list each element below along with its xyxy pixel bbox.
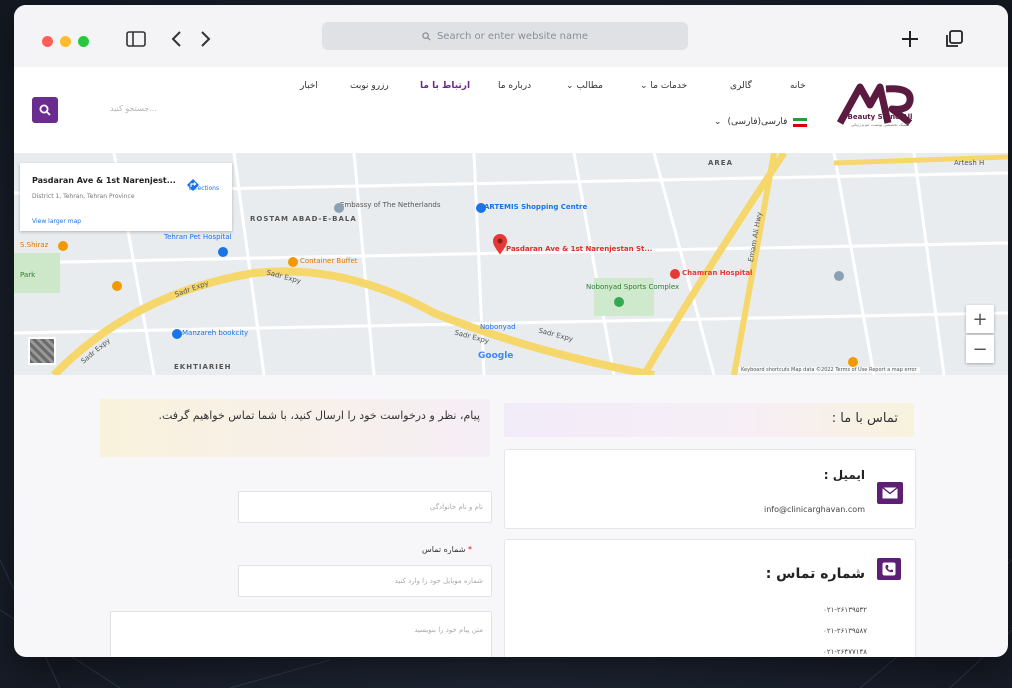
map-label-nobonyad-sq: Nobonyad bbox=[480, 323, 516, 331]
name-placeholder: نام و نام خانوادگی bbox=[429, 503, 483, 511]
map-label-artesh: Artesh H bbox=[954, 159, 985, 167]
nav-articles[interactable]: ⌄ مطالب bbox=[566, 81, 603, 91]
site-header: Beauty Shine All کلینیک تخصصی پوست، مو و… bbox=[14, 67, 1008, 153]
chevron-down-icon: ⌄ bbox=[714, 117, 722, 127]
browser-toolbar: Search or enter website name bbox=[14, 5, 1008, 68]
nav-services[interactable]: ⌄ خدمات ما bbox=[640, 81, 687, 91]
map-label-manzareh: Manzareh bookcity bbox=[182, 329, 249, 337]
phone-icon bbox=[877, 558, 901, 580]
map-label-rostam: ROSTAM ABAD-E-BALA bbox=[250, 215, 357, 223]
logo-subtext: کلینیک تخصصی پوست، مو و زیبایی bbox=[850, 122, 910, 127]
google-map[interactable]: Pasdaran Ave & 1st Narenjest... District… bbox=[14, 153, 1008, 375]
view-larger-map-link[interactable]: View larger map bbox=[32, 218, 81, 225]
phone-number-2[interactable]: ۰۲۱-۲۶۱۳۹۵۸۷ bbox=[823, 627, 867, 635]
contact-heading: تماس با ما : bbox=[831, 411, 898, 426]
maximize-window-button[interactable] bbox=[78, 36, 89, 47]
name-input[interactable]: نام و نام خانوادگی bbox=[238, 491, 492, 523]
map-footer[interactable]: Keyboard shortcuts Map data ©2022 Terms … bbox=[738, 367, 920, 373]
search-icon bbox=[39, 104, 51, 116]
nav-about[interactable]: درباره ما bbox=[498, 81, 531, 91]
tab-overview-icon[interactable] bbox=[942, 27, 966, 51]
map-label-embassy: Embassy of The Netherlands bbox=[340, 201, 441, 209]
map-label-pet-hospital: Tehran Pet Hospital bbox=[164, 233, 232, 241]
sidebar-toggle-icon[interactable] bbox=[124, 27, 148, 51]
search-icon bbox=[422, 31, 431, 41]
close-window-button[interactable] bbox=[42, 36, 53, 47]
nav-services-label: خدمات ما bbox=[650, 81, 688, 91]
map-label-artemis: ARTEMIS Shopping Centre bbox=[484, 203, 588, 211]
bookstore-poi-icon[interactable] bbox=[172, 329, 182, 339]
food-poi-icon-2[interactable] bbox=[112, 281, 122, 291]
phone-input[interactable]: شماره موبایل خود را وارد کنید bbox=[238, 565, 492, 597]
satellite-toggle[interactable] bbox=[28, 337, 56, 365]
chevron-down-icon: ⌄ bbox=[640, 81, 651, 91]
map-label-chamran: Chamran Hospital bbox=[682, 269, 753, 277]
pet-hospital-poi-icon[interactable] bbox=[218, 247, 228, 257]
email-value[interactable]: info@clinicarghavan.com bbox=[764, 505, 865, 514]
nav-news[interactable]: اخبار bbox=[300, 81, 318, 91]
minimize-window-button[interactable] bbox=[60, 36, 71, 47]
chevron-down-icon: ⌄ bbox=[566, 81, 577, 91]
nav-articles-label: مطالب bbox=[576, 81, 603, 91]
envelope-icon bbox=[877, 482, 903, 504]
address-bar[interactable]: Search or enter website name bbox=[322, 22, 688, 50]
map-label-nobonyad: Nobonyad Sports Complex bbox=[586, 283, 680, 291]
map-label-shiraz: S.Shiraz bbox=[20, 241, 49, 249]
forward-icon[interactable] bbox=[194, 27, 218, 51]
food-poi-icon[interactable] bbox=[58, 241, 68, 251]
email-label: ایمیل : bbox=[823, 468, 865, 482]
map-label-container: Container Buffet bbox=[300, 257, 358, 265]
phone-number-3[interactable]: ۰۲۱-۲۶۴۷۷۱۴۸ bbox=[823, 648, 867, 656]
browser-window: Search or enter website name Beauty Shin… bbox=[14, 5, 1008, 657]
sports-poi-icon[interactable] bbox=[614, 297, 624, 307]
nav-booking[interactable]: رزرو نوبت bbox=[350, 81, 389, 91]
site-search-input[interactable]: جستجو کنید... bbox=[110, 104, 157, 113]
map-label-park: Park bbox=[20, 271, 36, 279]
phone-number-1[interactable]: ۰۲۱-۲۶۱۳۹۵۳۲ bbox=[823, 606, 867, 614]
nav-contact[interactable]: ارتباط با ما bbox=[420, 81, 470, 91]
landmark-poi-icon[interactable] bbox=[834, 271, 844, 281]
back-icon[interactable] bbox=[164, 27, 188, 51]
map-label-area: AREA bbox=[708, 159, 734, 167]
zoom-out-button[interactable]: − bbox=[966, 335, 994, 363]
form-intro-text: پیام، نظر و درخواست خود را ارسال کنید، ب… bbox=[158, 409, 480, 422]
language-selector[interactable]: ⌄ فارسی(فارسی) bbox=[714, 117, 808, 127]
food-poi-icon-3[interactable] bbox=[848, 357, 858, 367]
restaurant-poi-icon[interactable] bbox=[288, 257, 298, 267]
iran-flag-icon bbox=[793, 117, 808, 127]
shopping-poi-icon[interactable] bbox=[476, 203, 486, 213]
new-tab-icon[interactable] bbox=[898, 27, 922, 51]
phone-field-label: * شماره تماس bbox=[422, 545, 472, 554]
contact-heading-bar: تماس با ما : bbox=[504, 403, 914, 437]
phone-label: شماره تماس : bbox=[765, 566, 865, 582]
google-logo: Google bbox=[478, 351, 514, 361]
map-label-ekhtiarieh: EKHTIARIEH bbox=[174, 363, 232, 371]
required-marker: * bbox=[467, 545, 472, 554]
hospital-poi-icon[interactable] bbox=[670, 269, 680, 279]
phone-card: شماره تماس : ۰۲۱-۲۶۱۳۹۵۳۲ ۰۲۱-۲۶۱۳۹۵۸۷ ۰… bbox=[504, 539, 916, 657]
form-intro-banner: پیام، نظر و درخواست خود را ارسال کنید، ب… bbox=[100, 399, 490, 457]
phone-field-label-text: شماره تماس bbox=[422, 545, 466, 554]
map-card-title: Pasdaran Ave & 1st Narenjest... bbox=[32, 176, 176, 185]
nav-home[interactable]: خانه bbox=[790, 81, 806, 91]
phone-placeholder: شماره موبایل خود را وارد کنید bbox=[394, 577, 483, 585]
nav-gallery[interactable]: گالری bbox=[730, 81, 752, 91]
message-placeholder: متن پیام خود را بنویسید bbox=[414, 626, 483, 634]
email-card: ایمیل : info@clinicarghavan.com bbox=[504, 449, 916, 529]
embassy-poi-icon[interactable] bbox=[334, 203, 344, 213]
site-search-button[interactable] bbox=[32, 97, 58, 123]
logo-text: Beauty Shine All bbox=[847, 113, 913, 121]
map-card-address: District 1, Tehran, Tehran Province bbox=[32, 193, 135, 200]
address-placeholder: Search or enter website name bbox=[436, 30, 589, 42]
message-textarea[interactable]: متن پیام خود را بنویسید bbox=[110, 611, 492, 657]
map-pin-label: Pasdaran Ave & 1st Narenjestan St... bbox=[506, 245, 653, 253]
directions-button[interactable]: Directions bbox=[186, 178, 222, 192]
language-label: فارسی(فارسی) bbox=[727, 117, 788, 127]
map-info-card: Pasdaran Ave & 1st Narenjest... District… bbox=[20, 163, 232, 231]
directions-icon bbox=[187, 179, 199, 191]
zoom-in-button[interactable]: + bbox=[966, 305, 994, 333]
